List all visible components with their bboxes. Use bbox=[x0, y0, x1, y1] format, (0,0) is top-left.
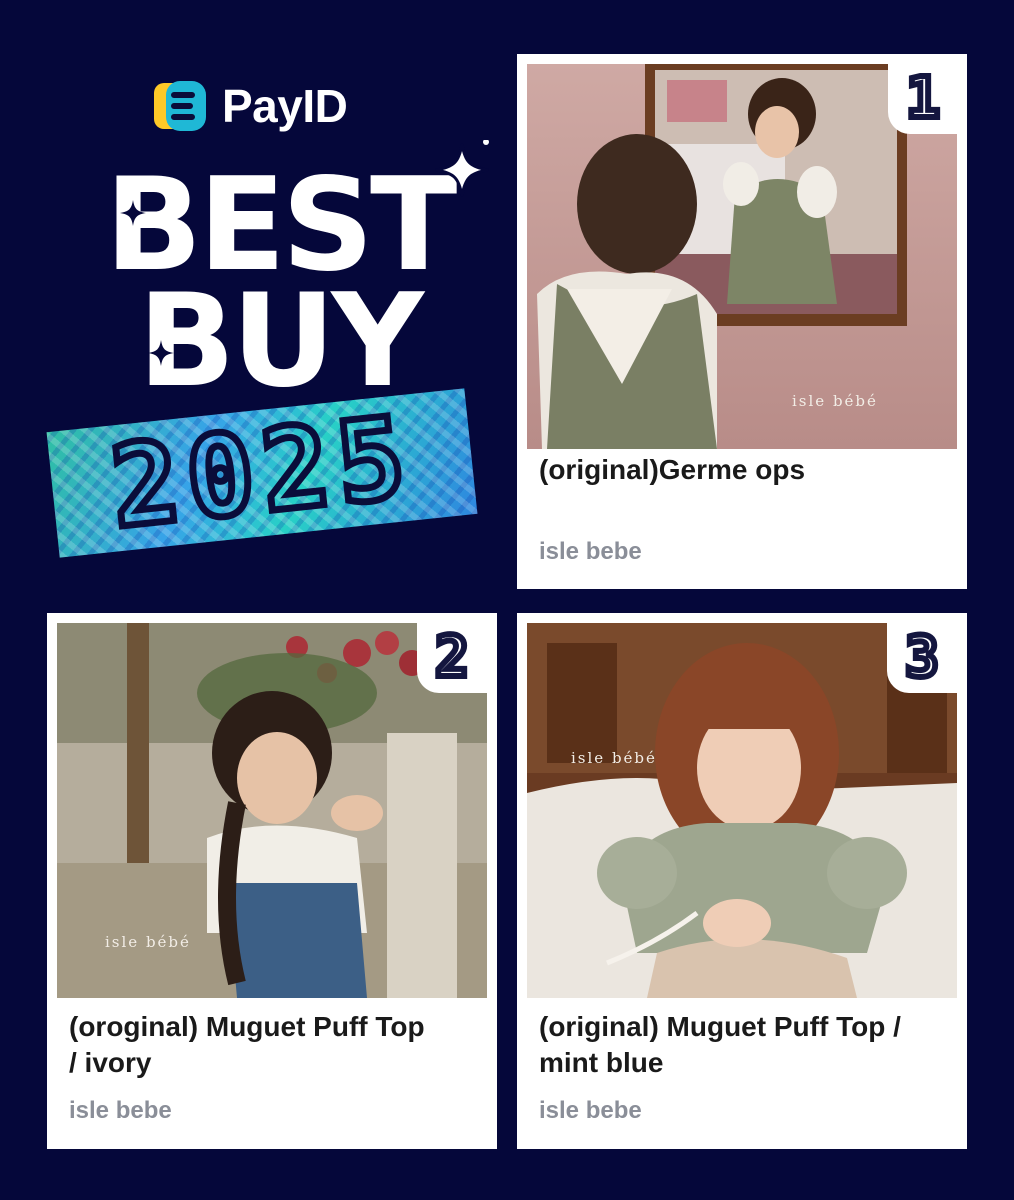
year-badge: 2025 bbox=[46, 388, 478, 558]
product-title[interactable]: (original)Germe ops bbox=[539, 452, 949, 488]
payid-logo-icon bbox=[154, 81, 206, 131]
product-shop[interactable]: isle bebe bbox=[69, 1097, 172, 1125]
rank-badge-2: 2 bbox=[417, 623, 487, 693]
image-watermark: isle bébé bbox=[571, 749, 657, 767]
image-watermark: isle bébé bbox=[105, 933, 191, 951]
brand-name: PayID bbox=[222, 80, 348, 132]
product-card-2[interactable]: isle bébé 2 (oroginal) Muguet Puff Top /… bbox=[47, 613, 497, 1149]
sparkle-icon bbox=[120, 200, 146, 226]
rank-badge-1: 1 bbox=[888, 64, 958, 134]
product-card-1[interactable]: isle bébé 1 (original)Germe ops isle beb… bbox=[517, 54, 967, 589]
rank-number: 2 bbox=[432, 625, 472, 690]
brand-header: PayID bbox=[152, 78, 348, 134]
sparkle-icon bbox=[435, 140, 489, 197]
product-shop[interactable]: isle bebe bbox=[539, 1097, 642, 1125]
product-title[interactable]: (original) Muguet Puff Top / mint blue bbox=[539, 1009, 919, 1081]
image-watermark: isle bébé bbox=[792, 392, 878, 410]
rank-number: 3 bbox=[902, 625, 942, 690]
sparkle-icon bbox=[148, 340, 174, 366]
product-shop[interactable]: isle bebe bbox=[539, 538, 642, 566]
rank-badge-3: 3 bbox=[887, 623, 957, 693]
headline-buy: BUY bbox=[137, 267, 424, 416]
product-title[interactable]: (oroginal) Muguet Puff Top / ivory bbox=[69, 1009, 429, 1081]
year-text: 2025 bbox=[102, 389, 423, 557]
rank-number: 1 bbox=[903, 66, 943, 131]
product-card-3[interactable]: isle bébé 3 (original) Muguet Puff Top /… bbox=[517, 613, 967, 1149]
